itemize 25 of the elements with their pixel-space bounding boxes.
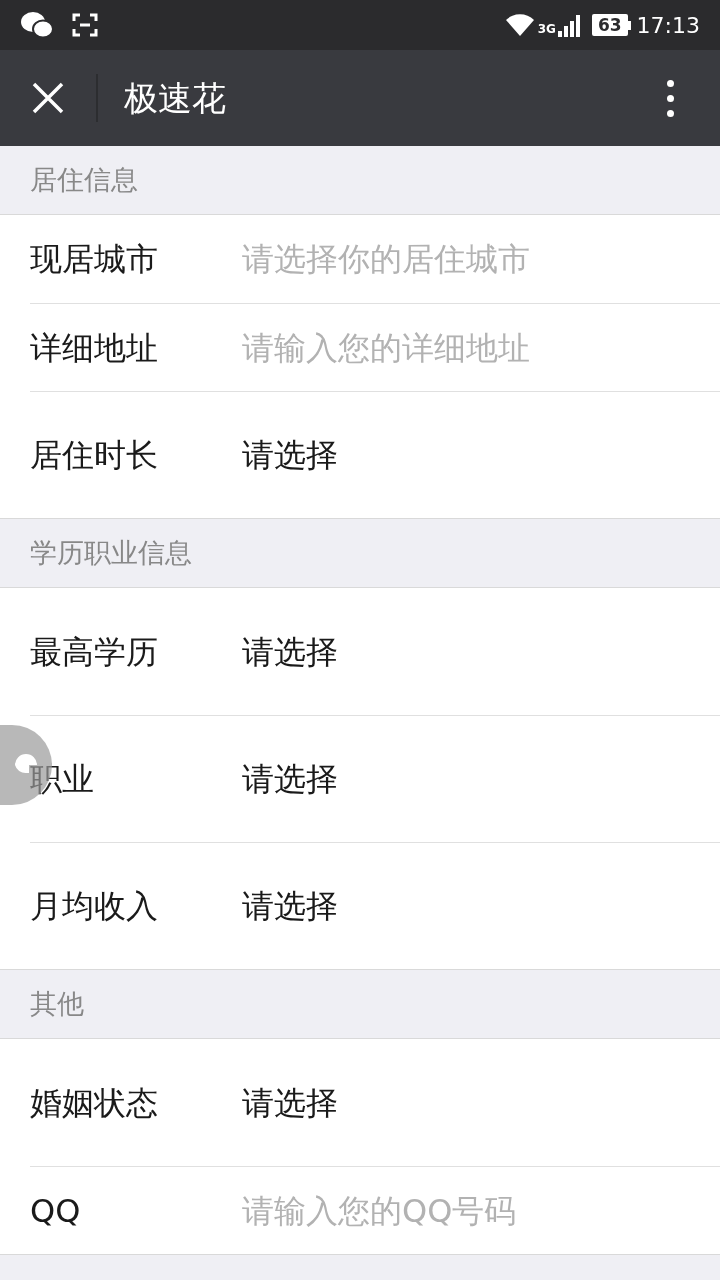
field-label: 婚姻状态 [30,1082,159,1124]
select-field[interactable]: 请选择 [242,1078,338,1127]
field-label: 居住时长 [30,435,159,476]
battery-icon: 63 [591,14,631,36]
select-field[interactable]: 请选择 [242,431,338,479]
select-field[interactable]: 请选择 [242,627,338,676]
section-header: 居住信息 [30,162,138,197]
close-icon [32,82,64,114]
field-label: 现居城市 [30,239,159,280]
section-header: 学历职业信息 [30,535,192,570]
page-title: 极速花 [124,76,226,120]
field-label: QQ [30,1190,82,1232]
field-label: 职业 [30,759,95,800]
select-field[interactable]: 请选择 [242,755,338,803]
select-field[interactable]: 请选择 [242,882,338,930]
clock-time: 17:13 [636,11,700,40]
chat-bubbles-icon [20,11,54,39]
field-label: 详细地址 [30,327,159,369]
field-label: 最高学历 [30,631,159,673]
scan-icon [72,13,98,37]
network-type: 3G [537,21,556,38]
field-label: 月均收入 [30,886,159,927]
signal-icon [557,13,580,37]
section-header: 其他 [30,986,84,1021]
wifi-icon [505,13,534,37]
